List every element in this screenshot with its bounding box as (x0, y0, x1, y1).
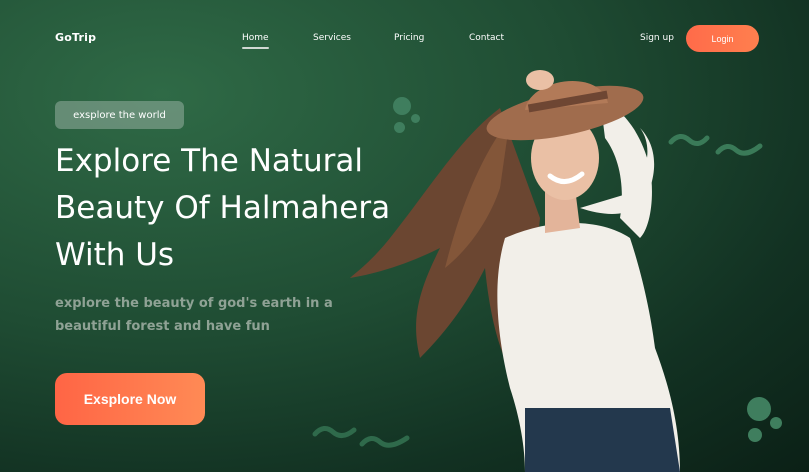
explore-tag-pill: exsplore the world (55, 101, 184, 129)
nav-home-link[interactable]: Home (242, 33, 269, 49)
brand-logo[interactable]: GoTrip (55, 31, 96, 44)
headline-line-1: Explore The Natural (55, 143, 364, 179)
hero-woman-image (350, 70, 680, 472)
signup-link[interactable]: Sign up (640, 33, 674, 43)
headline-line-3: With Us (55, 237, 175, 273)
decor-dot (747, 397, 771, 421)
explore-now-button[interactable]: Exsplore Now (55, 373, 205, 425)
headline-line-2: Beauty Of Halmahera (55, 190, 391, 226)
login-button[interactable]: Login (686, 25, 759, 52)
nav-pricing-link[interactable]: Pricing (394, 33, 424, 43)
top-navbar: GoTrip Home Services Pricing Contact Sig… (0, 0, 809, 78)
subtitle-line-1: explore the beauty of god's earth in a (55, 296, 333, 311)
subtitle-line-2: beautiful forest and have fun (55, 319, 270, 334)
hero-subtitle: explore the beauty of god's earth in a b… (55, 292, 355, 338)
nav-contact-link[interactable]: Contact (469, 33, 504, 43)
decor-dot (770, 417, 782, 429)
nav-services-link[interactable]: Services (313, 33, 351, 43)
decor-dot (748, 428, 762, 442)
